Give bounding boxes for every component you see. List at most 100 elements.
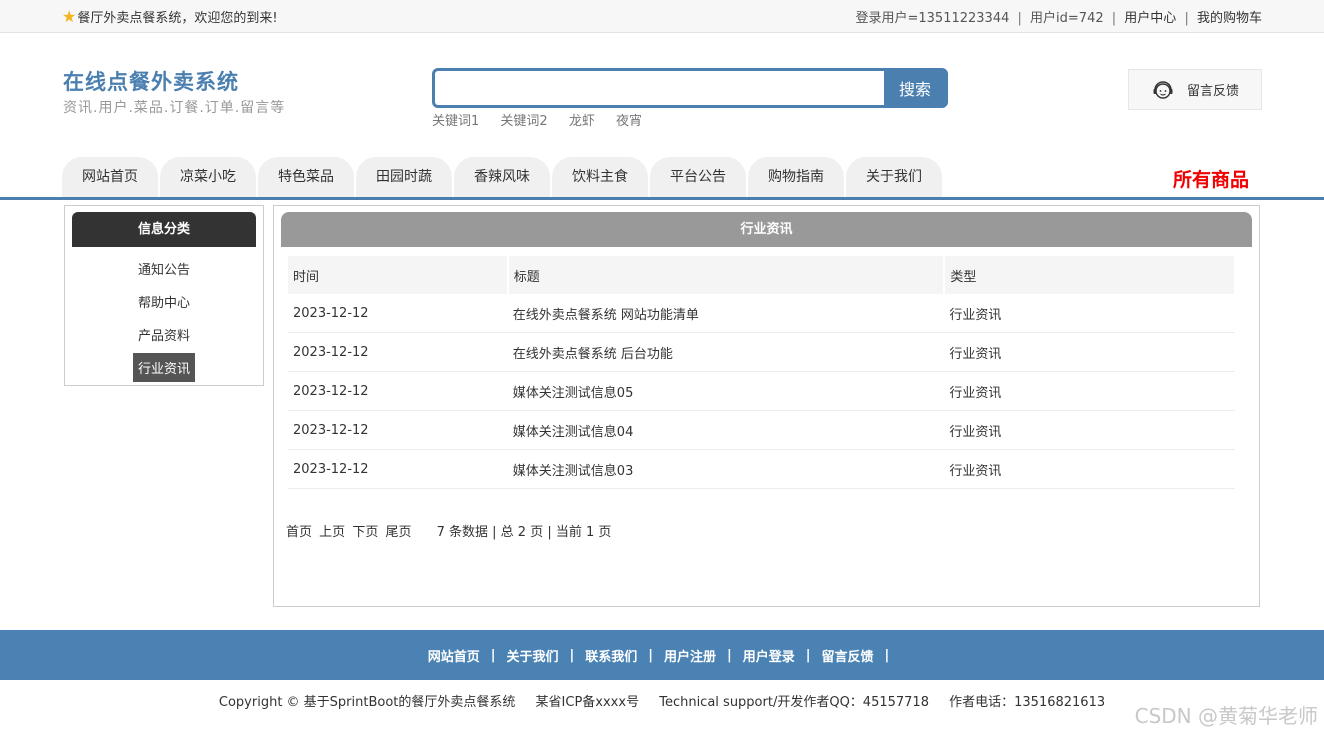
sidebar-title: 信息分类 bbox=[72, 212, 256, 247]
pagination-info: 7 条数据 | 总 2 页 | 当前 1 页 bbox=[436, 525, 612, 540]
column-header: 标题 bbox=[507, 256, 946, 294]
keyword-link[interactable]: 关键词2 bbox=[500, 114, 547, 129]
next-page-link[interactable]: 下页 bbox=[352, 525, 378, 540]
sidebar-item-label: 产品资料 bbox=[137, 329, 190, 344]
sidebar-item-label: 帮助中心 bbox=[137, 296, 190, 311]
site-title: 在线点餐外卖系统 bbox=[63, 70, 239, 94]
pagination: 首页 上页 下页 尾页 7 条数据 | 总 2 页 | 当前 1 页 bbox=[286, 521, 611, 540]
login-user-text: 登录用户=13511223344 bbox=[855, 11, 1010, 26]
main-nav: 网站首页 凉菜小吃 特色菜品 田园时蔬 香辣风味 饮料主食 平台公告 购物指南 … bbox=[62, 157, 944, 197]
cell-type: 行业资讯 bbox=[944, 449, 1235, 489]
category-sidebar: 信息分类 通知公告 帮助中心 产品资料 行业资讯 bbox=[64, 205, 264, 386]
cell-type: 行业资讯 bbox=[944, 332, 1235, 372]
nav-item-announcements[interactable]: 平台公告 bbox=[650, 157, 746, 197]
search-button[interactable]: 搜索 bbox=[884, 70, 946, 106]
cell-date: 2023-12-12 bbox=[288, 449, 508, 489]
feedback-label: 留言反馈 bbox=[1186, 84, 1239, 99]
prev-page-link[interactable]: 上页 bbox=[319, 525, 345, 540]
hot-keywords: 关键词1 关键词2 龙虾 夜宵 bbox=[432, 110, 659, 129]
copyright-line: Copyright © 基于SprintBoot的餐厅外卖点餐系统 某省ICP备… bbox=[0, 691, 1324, 710]
nav-item-shopping-guide[interactable]: 购物指南 bbox=[748, 157, 844, 197]
sidebar-item-label: 通知公告 bbox=[137, 263, 190, 278]
cell-title[interactable]: 媒体关注测试信息04 bbox=[507, 410, 945, 450]
user-center-link[interactable]: 用户中心 bbox=[1124, 11, 1176, 26]
table-row[interactable]: 2023-12-12 在线外卖点餐系统 后台功能 行业资讯 bbox=[288, 332, 1235, 372]
copyright-text: Copyright © 基于SprintBoot的餐厅外卖点餐系统 bbox=[218, 695, 516, 710]
column-header: 时间 bbox=[288, 256, 509, 294]
top-links: 登录用户=13511223344 | 用户id=742 | 用户中心 | 我的购… bbox=[856, 7, 1263, 26]
table-row[interactable]: 2023-12-12 媒体关注测试信息05 行业资讯 bbox=[288, 371, 1235, 411]
nav-item-snacks[interactable]: 凉菜小吃 bbox=[160, 157, 256, 197]
star-icon: ★ bbox=[62, 6, 77, 26]
cell-title[interactable]: 在线外卖点餐系统 后台功能 bbox=[507, 332, 945, 372]
user-id-text: 用户id=742 bbox=[1030, 11, 1104, 26]
cell-date: 2023-12-12 bbox=[288, 294, 508, 333]
search-box: 搜索 bbox=[432, 68, 948, 108]
footer-link-home[interactable]: 网站首页 bbox=[428, 646, 480, 665]
sidebar-item-label: 行业资讯 bbox=[132, 353, 195, 382]
footer-link-feedback[interactable]: 留言反馈 bbox=[822, 646, 874, 665]
cell-date: 2023-12-12 bbox=[288, 371, 508, 411]
cart-link[interactable]: 我的购物车 bbox=[1197, 11, 1262, 26]
search-input[interactable] bbox=[435, 71, 885, 105]
separator: | bbox=[884, 647, 890, 663]
separator: | bbox=[727, 647, 732, 663]
separator: | bbox=[805, 647, 811, 663]
watermark: CSDN @黄菊华老师 bbox=[1134, 704, 1318, 728]
cell-type: 行业资讯 bbox=[944, 294, 1235, 333]
nav-item-spicy[interactable]: 香辣风味 bbox=[454, 157, 550, 197]
table-row[interactable]: 2023-12-12 媒体关注测试信息04 行业资讯 bbox=[288, 410, 1235, 450]
phone-text: 作者电话：13516821613 bbox=[949, 695, 1106, 710]
cell-type: 行业资讯 bbox=[944, 410, 1235, 450]
column-header: 类型 bbox=[944, 256, 1236, 294]
headset-icon bbox=[1153, 80, 1173, 99]
nav-item-specials[interactable]: 特色菜品 bbox=[258, 157, 354, 197]
keyword-link[interactable]: 关键词1 bbox=[432, 114, 479, 129]
panel-title: 行业资讯 bbox=[281, 212, 1252, 247]
news-panel: 行业资讯 时间 标题 类型 2023-12-12 在线外卖点餐系统 网站功能清单… bbox=[273, 205, 1260, 607]
cell-title[interactable]: 在线外卖点餐系统 网站功能清单 bbox=[507, 294, 945, 333]
table-row[interactable]: 2023-12-12 在线外卖点餐系统 网站功能清单 行业资讯 bbox=[288, 294, 1235, 333]
sidebar-item-notices[interactable]: 通知公告 bbox=[65, 252, 263, 285]
nav-item-home[interactable]: 网站首页 bbox=[62, 157, 158, 197]
sidebar-item-industry-news[interactable]: 行业资讯 bbox=[65, 351, 263, 384]
all-goods-link[interactable]: 所有商品 bbox=[1173, 165, 1249, 192]
separator: | bbox=[569, 647, 575, 663]
keyword-link[interactable]: 龙虾 bbox=[569, 114, 595, 129]
sidebar-item-products[interactable]: 产品资料 bbox=[65, 318, 263, 351]
first-page-link[interactable]: 首页 bbox=[286, 525, 312, 540]
nav-item-drinks[interactable]: 饮料主食 bbox=[552, 157, 648, 197]
cell-date: 2023-12-12 bbox=[288, 410, 508, 450]
sidebar-item-help[interactable]: 帮助中心 bbox=[65, 285, 263, 318]
welcome-text: 餐厅外卖点餐系统，欢迎您的到来! bbox=[77, 11, 278, 26]
table-header-row: 时间 标题 类型 bbox=[288, 256, 1236, 294]
cell-title[interactable]: 媒体关注测试信息05 bbox=[507, 371, 945, 411]
table-row[interactable]: 2023-12-12 媒体关注测试信息03 行业资讯 bbox=[288, 449, 1235, 489]
site-subtitle: 资讯.用户.菜品.订餐.订单.留言等 bbox=[63, 100, 286, 116]
separator: | bbox=[1111, 11, 1117, 26]
icp-text: 某省ICP备xxxx号 bbox=[535, 695, 640, 710]
separator: | bbox=[648, 647, 653, 663]
welcome-message: ★ 餐厅外卖点餐系统，欢迎您的到来! bbox=[62, 7, 278, 26]
support-text: Technical support/开发作者QQ：45157718 bbox=[659, 695, 929, 710]
footer-link-about[interactable]: 关于我们 bbox=[506, 646, 558, 665]
news-table: 时间 标题 类型 2023-12-12 在线外卖点餐系统 网站功能清单 行业资讯… bbox=[288, 256, 1236, 489]
sidebar-list: 通知公告 帮助中心 产品资料 行业资讯 bbox=[65, 252, 263, 384]
separator: | bbox=[490, 647, 496, 663]
footer-link-contact[interactable]: 联系我们 bbox=[585, 646, 637, 665]
top-bar: ★ 餐厅外卖点餐系统，欢迎您的到来! 登录用户=13511223344 | 用户… bbox=[0, 0, 1324, 33]
footer-link-login[interactable]: 用户登录 bbox=[743, 646, 795, 665]
keyword-link[interactable]: 夜宵 bbox=[616, 114, 642, 129]
cell-date: 2023-12-12 bbox=[288, 332, 508, 372]
nav-item-vegetables[interactable]: 田园时蔬 bbox=[356, 157, 452, 197]
separator: | bbox=[1184, 11, 1189, 26]
separator: | bbox=[1017, 11, 1022, 26]
nav-divider bbox=[0, 197, 1324, 200]
cell-type: 行业资讯 bbox=[944, 371, 1235, 411]
cell-title[interactable]: 媒体关注测试信息03 bbox=[507, 449, 945, 489]
footer-links: 网站首页 | 关于我们 | 联系我们 | 用户注册 | 用户登录 | 留言反馈 | bbox=[0, 630, 1324, 680]
nav-item-about[interactable]: 关于我们 bbox=[846, 157, 942, 197]
footer-link-register[interactable]: 用户注册 bbox=[664, 646, 716, 665]
feedback-button[interactable]: 留言反馈 bbox=[1128, 69, 1262, 110]
last-page-link[interactable]: 尾页 bbox=[385, 525, 411, 540]
